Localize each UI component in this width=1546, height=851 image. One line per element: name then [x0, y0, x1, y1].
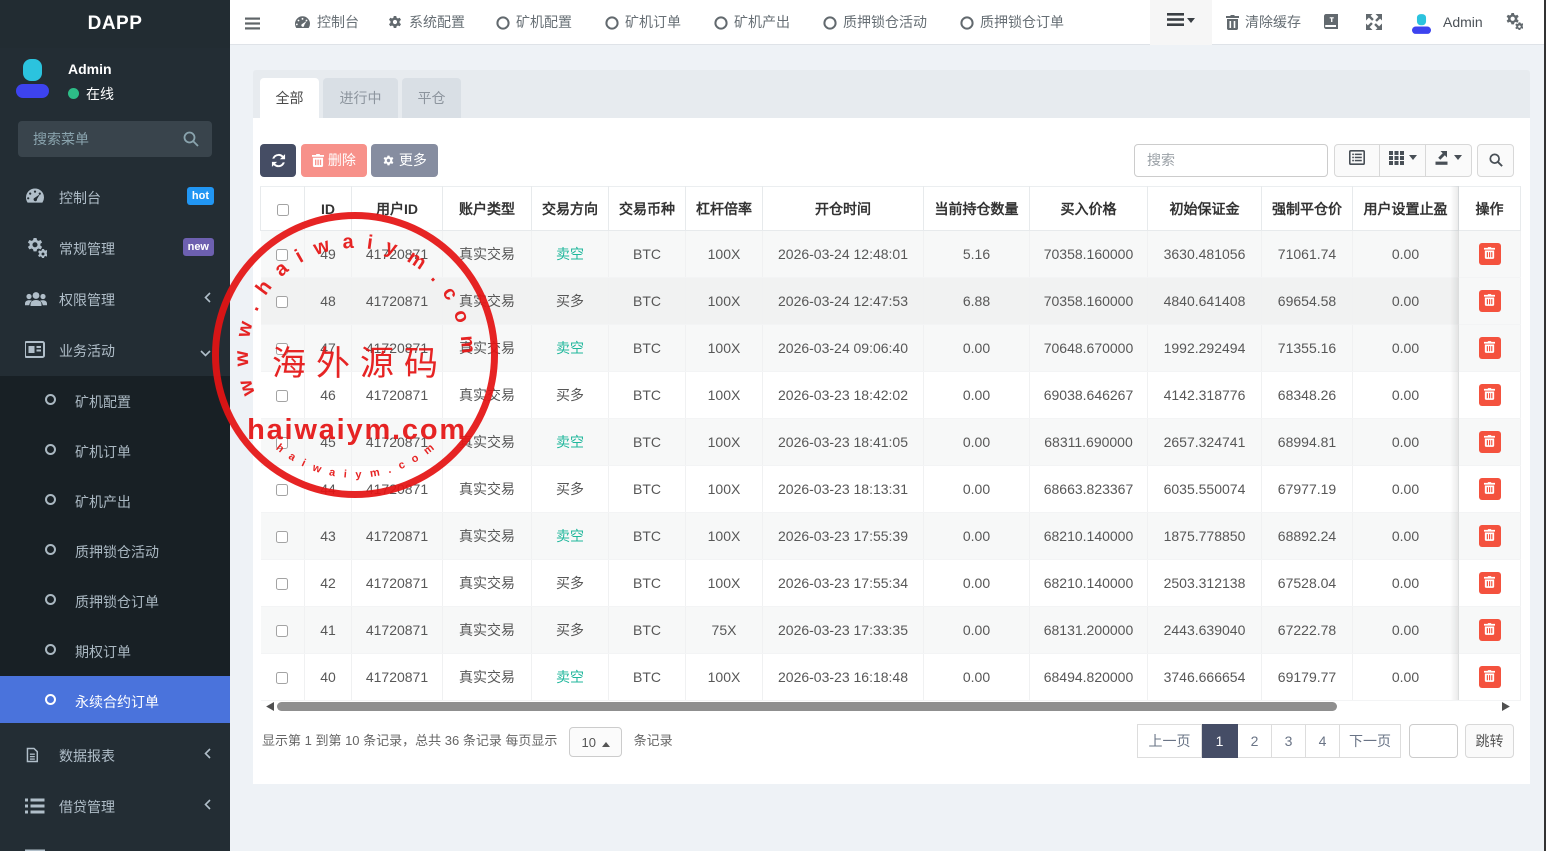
svg-text:海外源码: 海外源码	[272, 345, 448, 383]
svg-text:haiwaiym.com: haiwaiym.com	[247, 414, 467, 446]
svg-text:haiwaiym.com: haiwaiym.com	[273, 442, 436, 481]
